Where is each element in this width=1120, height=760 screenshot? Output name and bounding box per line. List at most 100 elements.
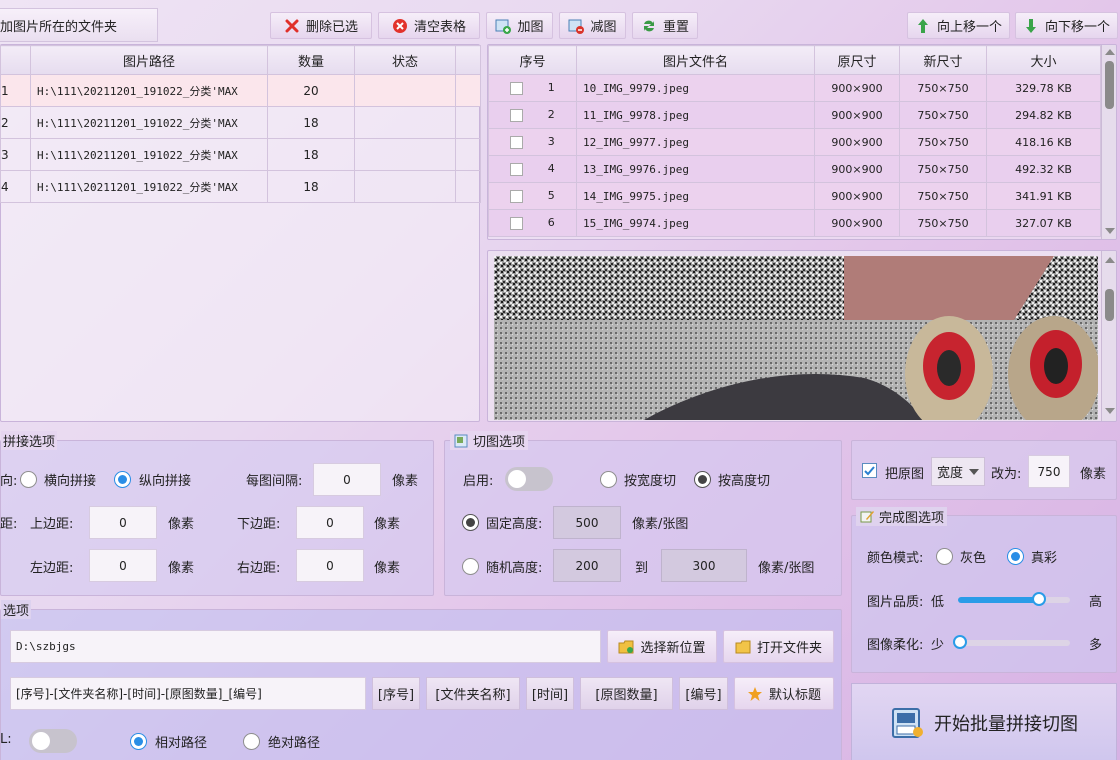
html-toggle[interactable] [29,729,77,753]
row-filename: 11_IMG_9978.jpeg [576,101,815,129]
default-title-button[interactable]: 默认标题 [734,677,834,710]
tag-button-serial[interactable]: [序号] [372,677,420,710]
scrollbar-thumb[interactable] [1105,289,1114,321]
row-number: 6 [547,216,555,230]
fixed-height-unit: 像素/张图 [632,517,689,532]
preview-scrollbar[interactable] [1101,251,1116,421]
cut-enable-toggle[interactable] [505,467,553,491]
gray-label[interactable]: 灰色 [960,547,986,566]
move-up-button[interactable]: 向上移一个 [907,12,1010,39]
horizontal-label[interactable]: 横向拼接 [44,470,96,489]
resize-checkbox[interactable] [862,463,877,478]
tag-button-folder-name[interactable]: [文件夹名称] [426,677,520,710]
row-checkbox[interactable] [510,81,524,95]
row-path: H:\111\20211201_191022_分类'MAX [30,74,268,107]
col-header-path[interactable]: 图片路径 [30,45,268,75]
delete-selected-button[interactable]: 删除已选 [270,12,372,39]
row-file-size: 329.78 KB [986,74,1101,102]
absolute-path-label[interactable]: 绝对路径 [268,732,320,751]
folder-table: 图片路径 数量 状态 1 H:\111\20211201_191022_分类'M… [0,45,481,203]
arrow-down-icon [1023,18,1039,34]
row-orig-size: 900×900 [814,209,900,237]
output-path-input[interactable]: D:\szbjgs [10,630,601,663]
col-header-filename[interactable]: 图片文件名 [576,45,815,75]
folder-table-header: 图片路径 数量 状态 [0,45,481,75]
table-row[interactable]: 2 H:\111\20211201_191022_分类'MAX 18 [0,106,481,139]
true-color-radio[interactable] [1007,548,1024,565]
quality-slider[interactable] [954,592,1074,606]
scroll-up-arrow-icon[interactable] [1105,257,1115,263]
move-down-button[interactable]: 向下移一个 [1015,12,1118,39]
table-row[interactable]: 4 13_IMG_9976.jpeg 900×900 750×750 492.3… [488,155,1101,183]
vertical-radio[interactable] [114,471,131,488]
vertical-label[interactable]: 纵向拼接 [139,470,191,489]
soften-slider-thumb[interactable] [953,635,967,649]
col-header-count[interactable]: 数量 [267,45,355,75]
row-checkbox[interactable] [510,216,524,230]
scrollbar-thumb[interactable] [1105,61,1114,109]
by-width-label[interactable]: 按宽度切 [624,470,676,489]
table-row[interactable]: 3 12_IMG_9977.jpeg 900×900 750×750 418.1… [488,128,1101,156]
relative-path-label[interactable]: 相对路径 [155,732,207,751]
tag-button-count[interactable]: [原图数量] [580,677,673,710]
by-height-label[interactable]: 按高度切 [718,470,770,489]
table-row[interactable]: 2 11_IMG_9978.jpeg 900×900 750×750 294.8… [488,101,1101,129]
fixed-height-label[interactable]: 固定高度: [486,513,542,532]
table-row[interactable]: 3 H:\111\20211201_191022_分类'MAX 18 [0,138,481,171]
by-height-radio[interactable] [694,471,711,488]
by-width-radio[interactable] [600,471,617,488]
gray-radio[interactable] [936,548,953,565]
folder-label-box: 加图片所在的文件夹 [0,8,158,42]
col-header-status[interactable]: 状态 [354,45,456,75]
bottom-margin-input[interactable]: 0 [296,506,364,539]
right-margin-input[interactable]: 0 [296,549,364,582]
soften-slider[interactable] [953,635,1074,649]
table-row[interactable]: 6 15_IMG_9974.jpeg 900×900 750×750 327.0… [488,209,1101,237]
left-margin-input[interactable]: 0 [89,549,157,582]
quality-slider-thumb[interactable] [1031,592,1046,606]
table-row[interactable]: 4 H:\111\20211201_191022_分类'MAX 18 [0,170,481,203]
add-image-button[interactable]: 加图 [486,12,553,39]
row-orig-size: 900×900 [814,128,900,156]
gap-input[interactable]: 0 [313,463,381,496]
row-checkbox[interactable] [510,162,524,176]
bottom-margin-label: 下边距: [237,517,281,532]
open-folder-button[interactable]: 打开文件夹 [723,630,834,663]
row-checkbox[interactable] [510,108,524,122]
scroll-up-arrow-icon[interactable] [1105,49,1115,55]
col-header-orig-size[interactable]: 原尺寸 [814,45,900,75]
filename-pattern-input[interactable]: [序号]-[文件夹名称]-[时间]-[原图数量]_[编号] [10,677,366,710]
row-checkbox[interactable] [510,135,524,149]
table-row[interactable]: 1 H:\111\20211201_191022_分类'MAX 20 [0,74,481,107]
tag-button-number[interactable]: [编号] [679,677,728,710]
scroll-down-arrow-icon[interactable] [1105,228,1115,234]
col-header-file-size[interactable]: 大小 [986,45,1101,75]
col-header-new-size[interactable]: 新尺寸 [899,45,987,75]
relative-path-radio[interactable] [130,733,147,750]
resize-mode-select[interactable]: 宽度 [931,457,985,486]
tag-button-time[interactable]: [时间] [526,677,574,710]
remove-image-button[interactable]: 减图 [559,12,626,39]
absolute-path-radio[interactable] [243,733,260,750]
resize-value-input[interactable]: 750 [1028,455,1070,488]
row-checkbox[interactable] [510,189,524,203]
scroll-down-arrow-icon[interactable] [1105,408,1115,414]
reset-button[interactable]: 重置 [632,12,698,39]
table-row[interactable]: 5 14_IMG_9975.jpeg 900×900 750×750 341.9… [488,182,1101,210]
table-row[interactable]: 1 10_IMG_9979.jpeg 900×900 750×750 329.7… [488,74,1101,102]
true-color-label[interactable]: 真彩 [1031,547,1057,566]
fixed-height-radio[interactable] [462,514,479,531]
random-from-input[interactable]: 200 [553,549,621,582]
fixed-height-input[interactable]: 500 [553,506,621,539]
random-height-radio[interactable] [462,558,479,575]
clear-table-button[interactable]: 清空表格 [378,12,480,39]
start-button[interactable]: 开始批量拼接切图 [851,683,1117,760]
file-table-scrollbar[interactable] [1101,45,1116,239]
col-header-no[interactable]: 序号 [488,45,577,75]
right-margin-unit: 像素 [374,561,401,576]
random-height-label[interactable]: 随机高度: [486,557,542,576]
top-margin-input[interactable]: 0 [89,506,157,539]
random-to-input[interactable]: 300 [661,549,747,582]
choose-location-button[interactable]: 选择新位置 [607,630,717,663]
horizontal-radio[interactable] [20,471,37,488]
